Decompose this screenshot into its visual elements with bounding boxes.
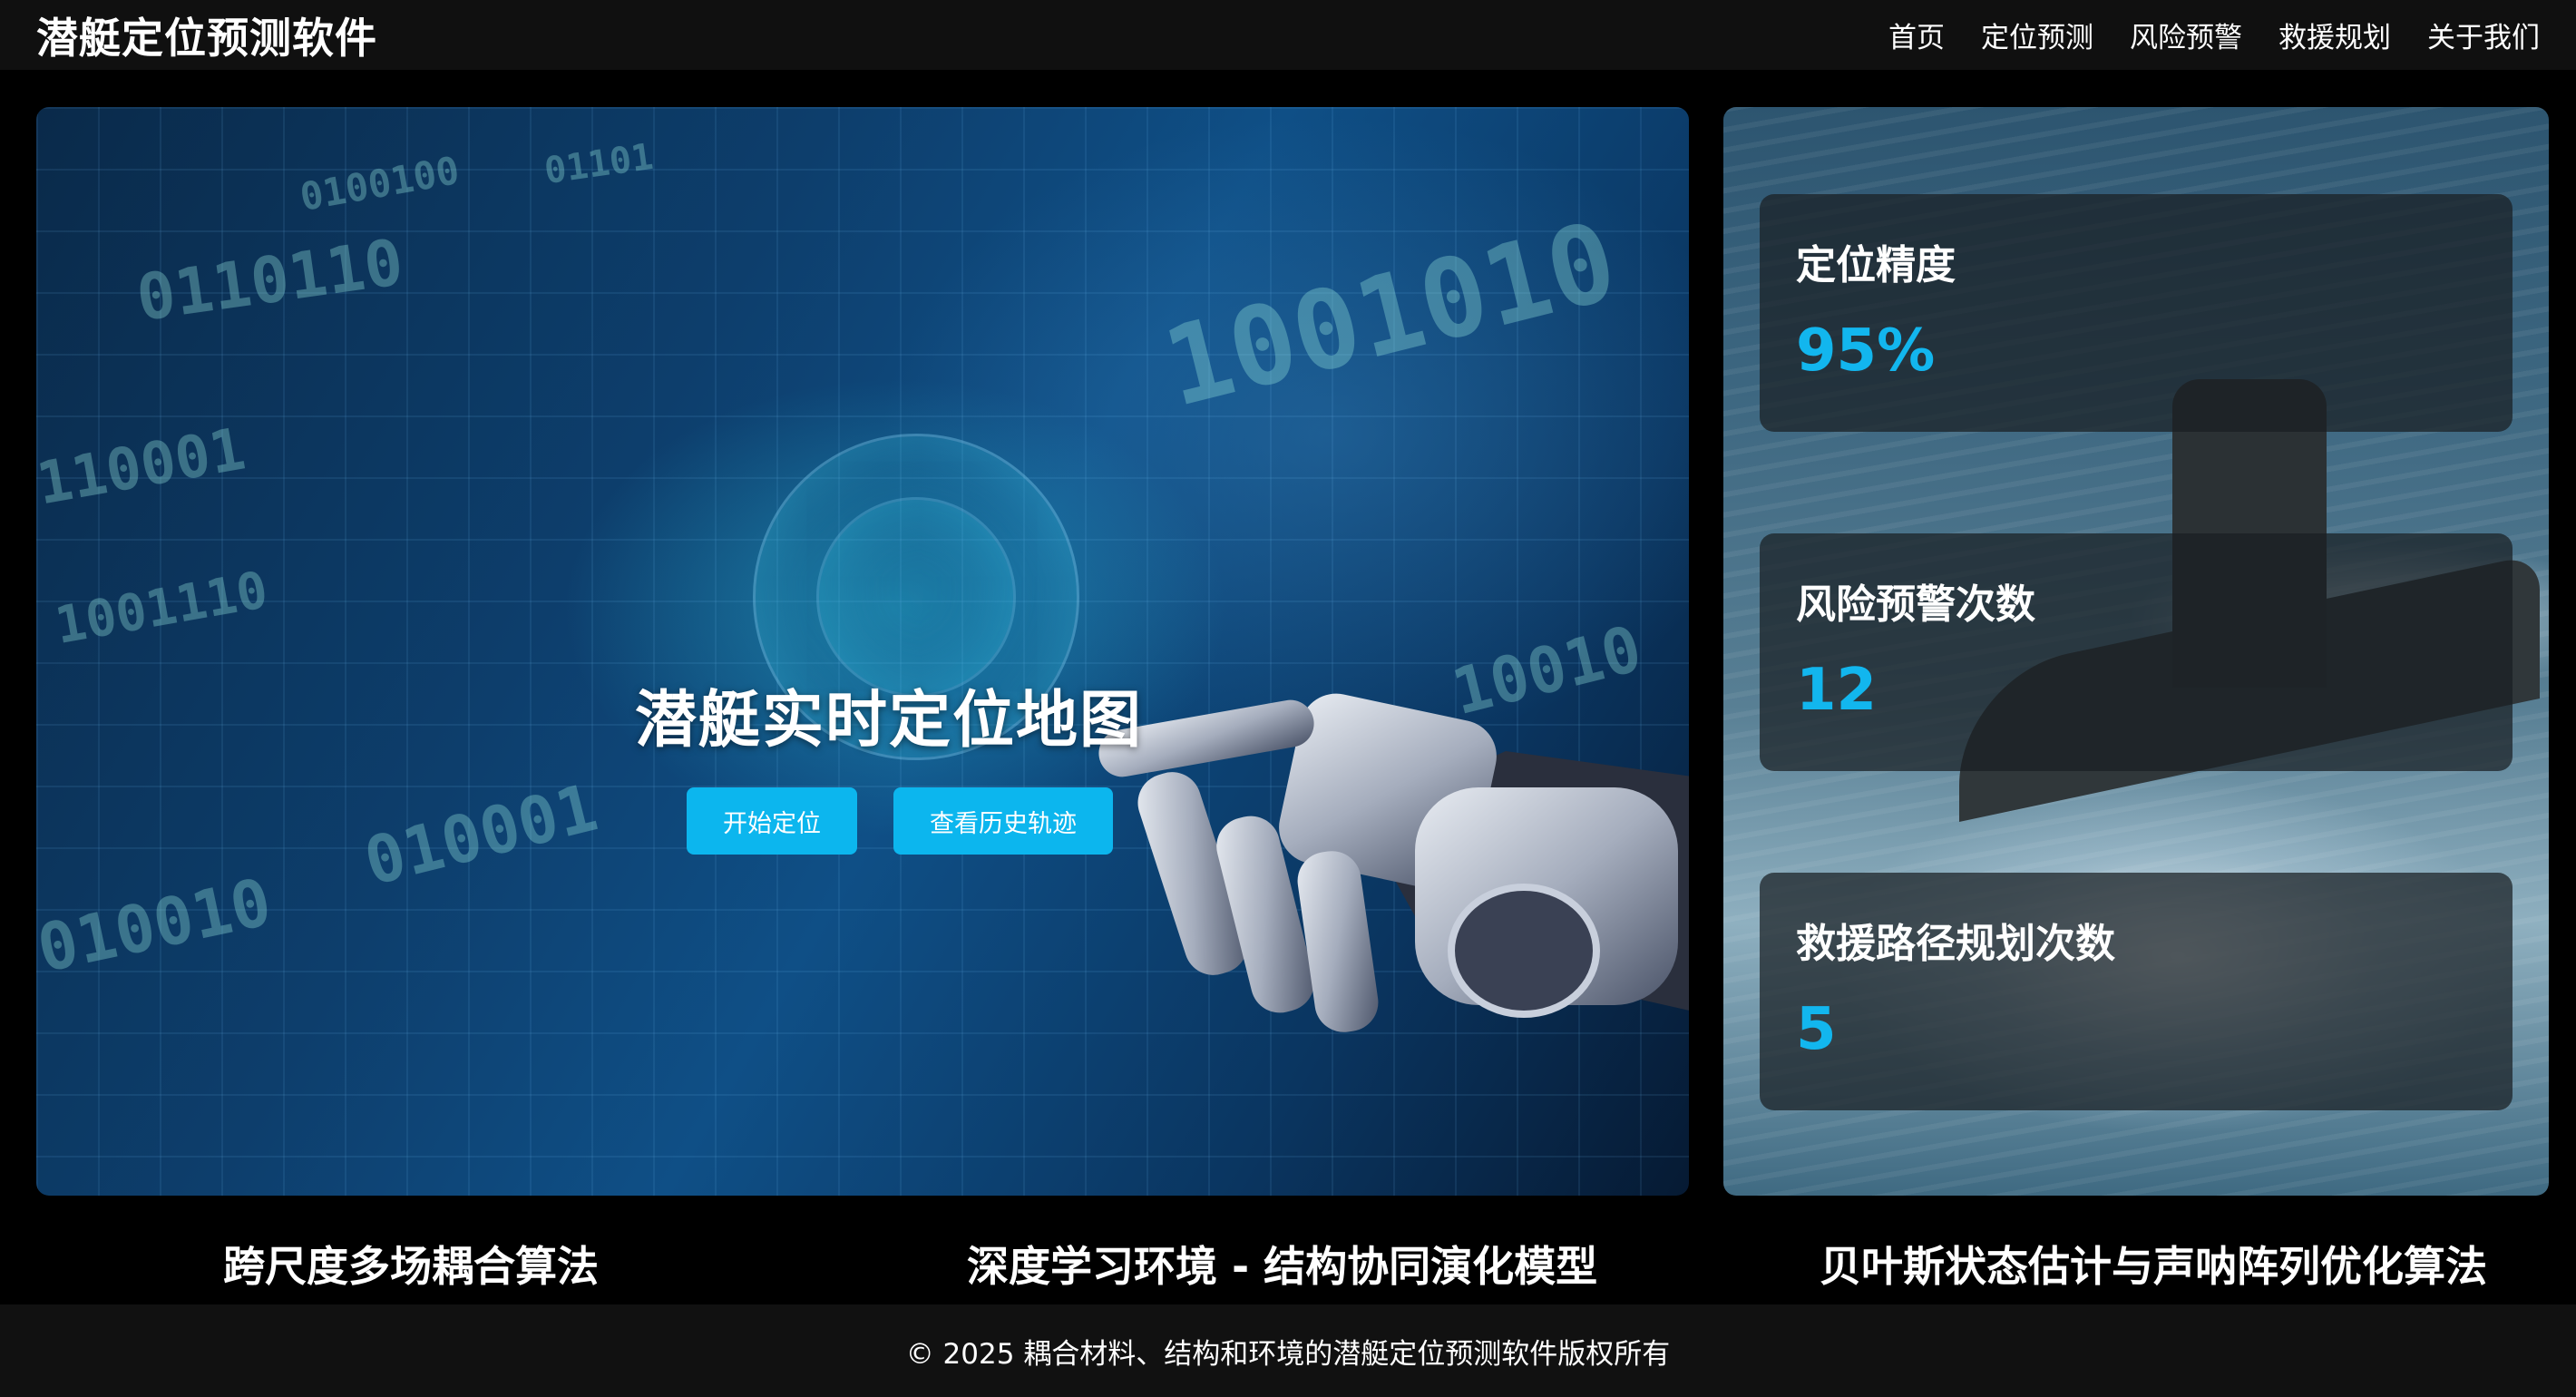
start-positioning-button[interactable]: 开始定位 — [687, 787, 857, 855]
main-nav: 首页 定位预测 风险预警 救援规划 关于我们 — [1888, 15, 2540, 55]
stat-value: 95% — [1796, 318, 1936, 385]
hero-banner: 0110110 0100100 01101 1001010 110001 100… — [36, 107, 1689, 1196]
feature-item: 贝叶斯状态估计与声呐阵列优化算法 — [1820, 1242, 2487, 1291]
nav-rescue-planning[interactable]: 救援规划 — [2278, 15, 2391, 55]
stats-panel: 定位精度 95% 风险预警次数 12 救援路径规划次数 5 — [1723, 107, 2549, 1196]
hud-circle-inner — [816, 497, 1016, 697]
stat-value: 12 — [1796, 657, 1878, 724]
feature-item: 深度学习环境 - 结构协同演化模型 — [967, 1242, 1598, 1291]
stat-label: 定位精度 — [1796, 242, 1956, 288]
top-navbar: 潜艇定位预测软件 首页 定位预测 风险预警 救援规划 关于我们 — [0, 0, 2576, 70]
stat-card-risk-warnings: 风险预警次数 12 — [1760, 533, 2513, 771]
stat-value: 5 — [1796, 996, 1837, 1063]
feature-item: 跨尺度多场耦合算法 — [223, 1242, 599, 1291]
nav-home[interactable]: 首页 — [1888, 15, 1945, 55]
stat-label: 风险预警次数 — [1796, 581, 2035, 628]
nav-positioning[interactable]: 定位预测 — [1981, 15, 2093, 55]
nav-about[interactable]: 关于我们 — [2427, 15, 2540, 55]
view-history-track-button[interactable]: 查看历史轨迹 — [893, 787, 1113, 855]
copyright-text: © 2025 耦合材料、结构和环境的潜艇定位预测软件版权所有 — [905, 1337, 1671, 1371]
hero-title: 潜艇实时定位地图 — [635, 685, 1144, 757]
feature-list: 跨尺度多场耦合算法 深度学习环境 - 结构协同演化模型 贝叶斯状态估计与声呐阵列… — [0, 1206, 2576, 1306]
brand-title: 潜艇定位预测软件 — [36, 13, 377, 63]
stat-card-accuracy: 定位精度 95% — [1760, 194, 2513, 432]
footer: © 2025 耦合材料、结构和环境的潜艇定位预测软件版权所有 — [0, 1304, 2576, 1397]
stat-label: 救援路径规划次数 — [1796, 921, 2115, 967]
hero-button-group: 开始定位 查看历史轨迹 — [687, 787, 1113, 855]
stat-card-rescue-plans: 救援路径规划次数 5 — [1760, 873, 2513, 1110]
nav-risk-warning[interactable]: 风险预警 — [2130, 15, 2242, 55]
